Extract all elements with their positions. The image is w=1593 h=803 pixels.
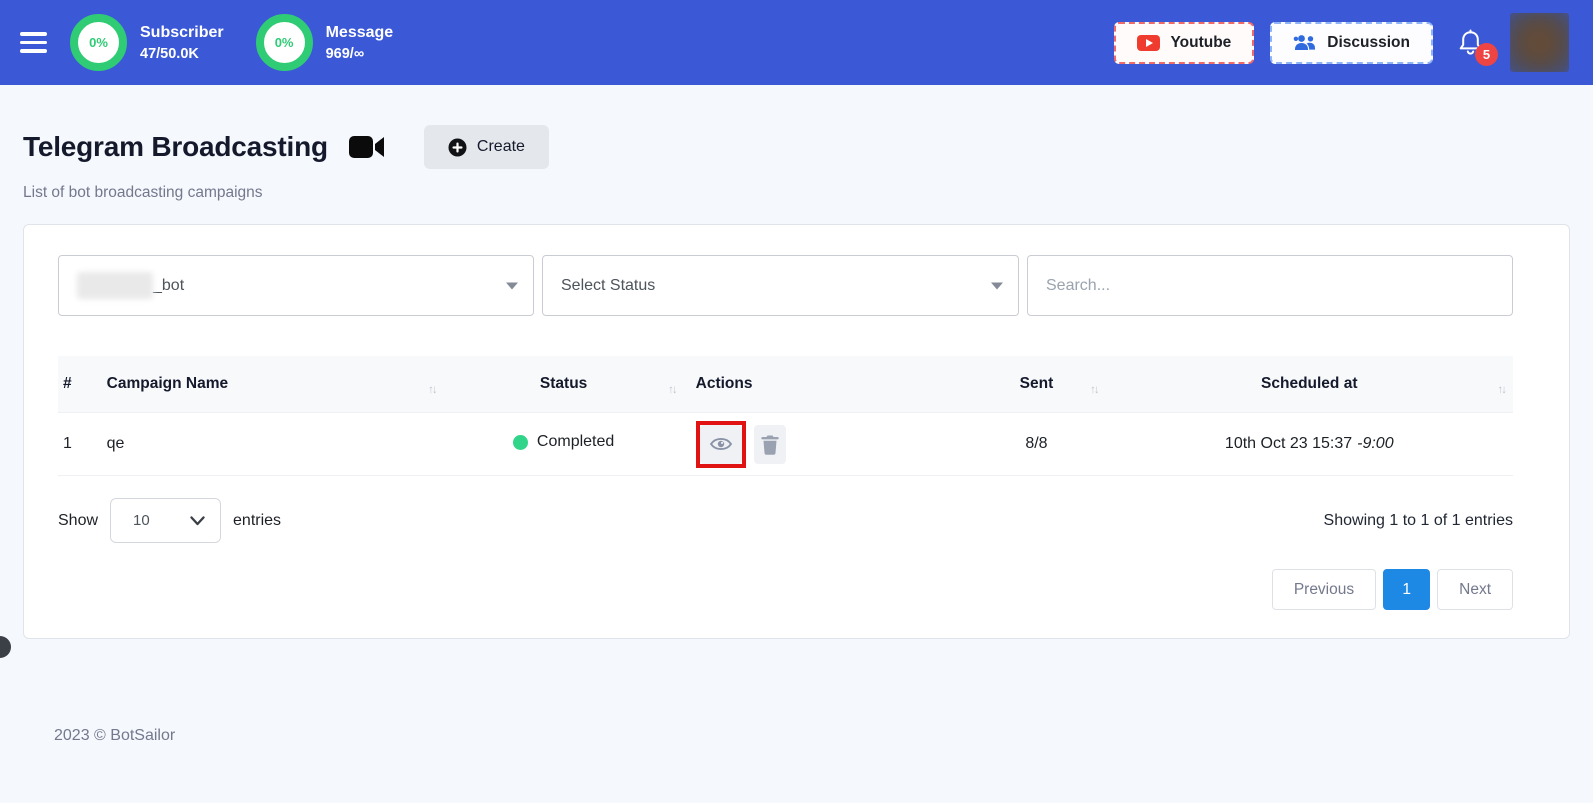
subscriber-stat: 0% Subscriber 47/50.0K bbox=[70, 14, 224, 71]
show-label: Show bbox=[58, 511, 99, 529]
row-index: 1 bbox=[63, 435, 72, 452]
column-header-actions: Actions bbox=[695, 375, 753, 392]
campaigns-table: # Campaign Name Status Actions Sent bbox=[58, 356, 1513, 476]
table-controls: Show 10 entries Showing 1 to 1 of 1 entr… bbox=[58, 498, 1513, 543]
scheduled-timezone: -9:00 bbox=[1357, 435, 1394, 452]
message-progress-ring: 0% bbox=[255, 14, 313, 71]
sort-icon[interactable] bbox=[668, 384, 676, 396]
subscriber-percent: 0% bbox=[89, 35, 108, 50]
row-actions-cell bbox=[684, 420, 968, 468]
row-sent: 8/8 bbox=[1025, 435, 1048, 452]
sort-icon[interactable] bbox=[1090, 384, 1098, 396]
entries-label: entries bbox=[233, 511, 282, 529]
main-content: Telegram Broadcasting Create List of bot… bbox=[0, 85, 1593, 745]
sort-icon[interactable] bbox=[1497, 384, 1505, 396]
table-row: 1 qe Completed 8/8 10th Oct 23 15:37 -9:… bbox=[58, 413, 1513, 476]
youtube-button[interactable]: Youtube bbox=[1114, 21, 1255, 64]
message-percent: 0% bbox=[274, 35, 294, 50]
copyright-text: 2023 © BotSailor bbox=[54, 727, 176, 744]
subscriber-progress-ring: 0% bbox=[70, 14, 127, 71]
bot-select-value: _bot bbox=[153, 276, 185, 294]
page-title: Telegram Broadcasting bbox=[23, 131, 328, 162]
page-1-button[interactable]: 1 bbox=[1383, 569, 1431, 610]
navbar-right: Youtube Discussion 5 bbox=[1114, 13, 1569, 72]
message-stat: 0% Message 969/∞ bbox=[255, 14, 394, 71]
create-button-label: Create bbox=[476, 138, 525, 155]
caret-down-icon bbox=[506, 282, 518, 289]
next-page-button[interactable]: Next bbox=[1437, 569, 1513, 610]
subscriber-value: 47/50.0K bbox=[140, 45, 199, 62]
youtube-button-label: Youtube bbox=[1170, 33, 1232, 51]
column-header-sent[interactable]: Sent bbox=[967, 375, 1105, 393]
scheduled-date: 10th Oct 23 15:37 bbox=[1224, 435, 1353, 452]
table-header-row: # Campaign Name Status Actions Sent bbox=[58, 356, 1513, 413]
top-navbar: 0% Subscriber 47/50.0K 0% Message 969/∞ bbox=[0, 0, 1593, 85]
search-field bbox=[1027, 255, 1513, 316]
navbar-left: 0% Subscriber 47/50.0K 0% Message 969/∞ bbox=[20, 14, 425, 71]
entries-per-page-select[interactable]: 10 bbox=[110, 498, 222, 543]
subscriber-label: Subscriber bbox=[140, 23, 224, 41]
row-scheduled-at: 10th Oct 23 15:37 -9:00 bbox=[1106, 435, 1513, 453]
redacted-bot-name bbox=[77, 272, 153, 299]
footer: 2023 © BotSailor bbox=[54, 727, 1570, 745]
campaigns-card: _bot Select Status # Campaign Name bbox=[23, 224, 1570, 639]
filters-row: _bot Select Status bbox=[58, 255, 1513, 316]
avatar[interactable] bbox=[1510, 13, 1569, 72]
entries-per-page-value: 10 bbox=[133, 512, 150, 529]
avatar-blurred-image bbox=[1510, 13, 1569, 72]
status-select[interactable]: Select Status bbox=[542, 255, 1019, 316]
app-root: 0% Subscriber 47/50.0K 0% Message 969/∞ bbox=[0, 0, 1593, 803]
page-subtitle: List of bot broadcasting campaigns bbox=[23, 184, 263, 201]
column-header-index: # bbox=[63, 375, 72, 392]
column-header-campaign-name[interactable]: Campaign Name bbox=[102, 375, 444, 393]
showing-entries-text: Showing 1 to 1 of 1 entries bbox=[1323, 511, 1513, 529]
create-button[interactable]: Create bbox=[423, 125, 549, 169]
trash-icon bbox=[760, 434, 779, 455]
row-status-cell: Completed bbox=[444, 433, 684, 455]
discussion-button[interactable]: Discussion bbox=[1270, 21, 1433, 64]
delete-campaign-button[interactable] bbox=[753, 424, 786, 464]
subscriber-stat-text: Subscriber 47/50.0K bbox=[140, 24, 224, 62]
show-entries-control: Show 10 entries bbox=[58, 498, 281, 543]
row-campaign-name: qe bbox=[106, 435, 125, 452]
action-highlight-box bbox=[695, 420, 746, 468]
message-value: 969/∞ bbox=[325, 45, 365, 62]
plus-circle-icon bbox=[448, 138, 467, 157]
message-label: Message bbox=[325, 23, 394, 41]
previous-page-button[interactable]: Previous bbox=[1271, 569, 1377, 610]
column-header-status[interactable]: Status bbox=[444, 375, 684, 393]
pagination: Previous 1 Next bbox=[58, 569, 1513, 610]
bot-select[interactable]: _bot bbox=[58, 255, 534, 316]
sort-icon[interactable] bbox=[428, 384, 436, 396]
notification-badge: 5 bbox=[1475, 42, 1498, 66]
video-camera-icon[interactable] bbox=[348, 133, 386, 161]
youtube-icon bbox=[1137, 34, 1161, 51]
view-campaign-button[interactable] bbox=[699, 424, 742, 464]
search-input[interactable] bbox=[1028, 256, 1512, 315]
hamburger-menu-icon[interactable] bbox=[20, 27, 48, 58]
status-dot-icon bbox=[512, 434, 528, 450]
chevron-down-icon bbox=[190, 515, 205, 526]
discussion-button-label: Discussion bbox=[1327, 33, 1410, 51]
users-icon bbox=[1293, 34, 1317, 51]
notifications-button[interactable]: 5 bbox=[1457, 28, 1498, 66]
status-select-value: Select Status bbox=[561, 276, 656, 294]
column-header-scheduled-at[interactable]: Scheduled at bbox=[1106, 375, 1513, 393]
eye-icon bbox=[709, 435, 733, 453]
status-badge: Completed bbox=[536, 433, 615, 451]
title-row: Telegram Broadcasting Create bbox=[23, 125, 1570, 169]
caret-down-icon bbox=[991, 282, 1003, 289]
message-stat-text: Message 969/∞ bbox=[326, 24, 394, 62]
